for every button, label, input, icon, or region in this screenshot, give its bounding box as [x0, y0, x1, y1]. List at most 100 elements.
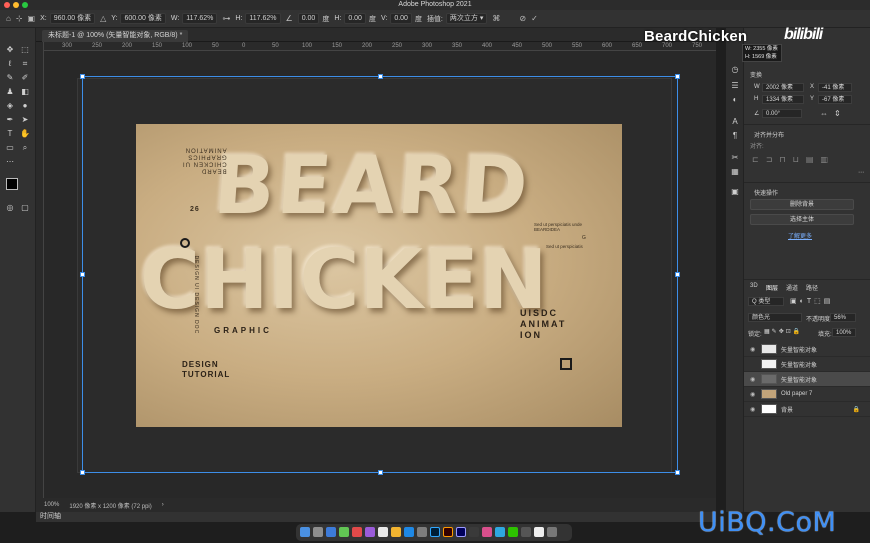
- bucket-tool-icon[interactable]: ◈: [3, 100, 17, 112]
- safari-app-icon[interactable]: [326, 527, 336, 537]
- layer-thumbnail[interactable]: [761, 389, 777, 399]
- transform-handle-br[interactable]: [675, 470, 680, 475]
- move-tool-preset-icon[interactable]: ⊹: [16, 14, 23, 23]
- w-field[interactable]: 117.62%: [182, 13, 218, 24]
- paragraph-panel-icon[interactable]: ¶: [728, 130, 742, 142]
- layer-visibility-icon[interactable]: ◉: [750, 406, 757, 413]
- layer-name[interactable]: 矢量智能对象: [781, 345, 817, 354]
- settings-app-icon[interactable]: [417, 527, 427, 537]
- layer-row[interactable]: ◉ 矢量智能对象: [744, 372, 870, 387]
- swatches-panel-icon[interactable]: ▦: [728, 166, 742, 178]
- transform-handle-bl[interactable]: [80, 470, 85, 475]
- music-app-icon[interactable]: [352, 527, 362, 537]
- path-select-tool-icon[interactable]: ➤: [18, 114, 32, 126]
- y-field[interactable]: 600.00 像素: [120, 13, 166, 24]
- remove-background-button[interactable]: 删除背景: [750, 199, 854, 210]
- reference-point-icon[interactable]: ▣: [28, 14, 36, 23]
- history-panel-icon[interactable]: ◷: [728, 64, 742, 76]
- move-tool-icon[interactable]: ✥: [3, 44, 17, 56]
- flip-vertical-icon[interactable]: ⇕: [834, 109, 841, 118]
- select-subject-button[interactable]: 选择主体: [750, 214, 854, 225]
- prop-w-field[interactable]: 2002 像素: [762, 83, 804, 92]
- downloads-app-icon[interactable]: [534, 527, 544, 537]
- cancel-transform-icon[interactable]: ⊘: [519, 14, 526, 23]
- adjustments-panel-icon[interactable]: ◐: [728, 94, 742, 106]
- wechat-app-icon[interactable]: [508, 527, 518, 537]
- document-info[interactable]: 1920 像素 x 1200 像素 (72 ppi): [69, 501, 151, 510]
- transform-handle-b[interactable]: [378, 470, 383, 475]
- dock-trash-icon[interactable]: [547, 527, 557, 537]
- transform-handle-tl[interactable]: [80, 74, 85, 79]
- layer-row[interactable]: ◉ Old paper 7: [744, 387, 870, 402]
- eraser-tool-icon[interactable]: ◧: [18, 86, 32, 98]
- blend-mode-select[interactable]: 颜色光: [748, 313, 802, 322]
- transform-handle-l[interactable]: [80, 272, 85, 277]
- prop-x-field[interactable]: -41 像素: [818, 83, 852, 92]
- layer-filter-select[interactable]: Q 类型: [748, 297, 784, 306]
- hskew-field[interactable]: 0.00: [344, 13, 366, 24]
- layer-row[interactable]: ◉ 背景 🔒: [744, 402, 870, 417]
- x-field[interactable]: 960.00 像素: [49, 13, 96, 24]
- align-section-title[interactable]: 对齐并分布: [754, 130, 784, 139]
- foreground-color-swatch[interactable]: [6, 178, 18, 190]
- screen-mode-icon[interactable]: ▢: [18, 202, 32, 214]
- warp-icon[interactable]: ⌘: [492, 14, 500, 23]
- notes-app-icon[interactable]: [391, 527, 401, 537]
- quick-actions-title[interactable]: 快速操作: [754, 188, 778, 197]
- illustrator-app-icon[interactable]: [443, 527, 453, 537]
- document-tab[interactable]: 未标题-1 @ 100% (矢量智能对象, RGB/8) *: [42, 30, 189, 42]
- delta-icon[interactable]: △: [100, 14, 106, 23]
- tab-layers[interactable]: 图层: [766, 283, 778, 292]
- quick-mask-icon[interactable]: ◎: [3, 202, 17, 214]
- vskew-field[interactable]: 0.00: [390, 13, 412, 24]
- tools-preset-icon[interactable]: ✂: [728, 152, 742, 164]
- canvas-area[interactable]: BEARD CHICKEN BEARD CHICKEN UI GRAPHICS …: [44, 51, 716, 498]
- messages-app-icon[interactable]: [339, 527, 349, 537]
- terminal-app-icon[interactable]: [469, 527, 479, 537]
- transform-handle-tr[interactable]: [675, 74, 680, 79]
- learn-more-link[interactable]: 了解更多: [788, 231, 812, 240]
- layer-row[interactable]: ◉ 矢量智能对象: [744, 342, 870, 357]
- tab-paths[interactable]: 路径: [806, 283, 818, 292]
- launchpad-app-icon[interactable]: [313, 527, 323, 537]
- h-field[interactable]: 117.62%: [245, 13, 281, 24]
- layer-visibility-icon[interactable]: ◉: [750, 391, 757, 398]
- lock-icons[interactable]: ▦✎✥⊡🔒: [764, 328, 802, 335]
- transform-section-title[interactable]: 变换: [750, 70, 762, 79]
- zoom-level[interactable]: 100%: [44, 502, 59, 508]
- layer-name[interactable]: 矢量智能对象: [781, 375, 817, 384]
- brush-tool-icon[interactable]: ✐: [18, 72, 32, 84]
- link-icon[interactable]: ⊶: [222, 14, 230, 23]
- hand-tool-icon[interactable]: ✋: [18, 128, 32, 140]
- prop-y-field[interactable]: -67 像素: [818, 95, 852, 104]
- podcasts-app-icon[interactable]: [365, 527, 375, 537]
- qq-app-icon[interactable]: [495, 527, 505, 537]
- photoshop-app-icon[interactable]: [430, 527, 440, 537]
- layer-visibility-icon[interactable]: ◉: [750, 346, 757, 353]
- zoom-tool-icon[interactable]: ⌕: [18, 142, 32, 154]
- fill-field[interactable]: 100%: [832, 328, 856, 337]
- layer-filter-icons[interactable]: ▣◐T⬚▤: [790, 297, 833, 305]
- layer-thumbnail[interactable]: [761, 374, 777, 384]
- horizontal-ruler[interactable]: 300 250 200 150 100 50 0 50 100 150 200 250 300 350 40…: [44, 42, 716, 51]
- home-icon[interactable]: ⌂: [6, 14, 11, 23]
- layer-thumbnail[interactable]: [761, 359, 777, 369]
- design-app-icon[interactable]: [482, 527, 492, 537]
- layer-visibility-icon[interactable]: ◉: [750, 376, 757, 383]
- commit-transform-icon[interactable]: ✓: [531, 14, 538, 23]
- stamp-tool-icon[interactable]: ♟: [3, 86, 17, 98]
- timeline-panel-tab[interactable]: 时间轴: [36, 512, 716, 522]
- layer-name[interactable]: Old paper 7: [781, 391, 812, 397]
- marquee-tool-icon[interactable]: ⬚: [18, 44, 32, 56]
- tab-3d[interactable]: 3D: [750, 283, 758, 289]
- trash-app-icon[interactable]: [521, 527, 531, 537]
- appstore-app-icon[interactable]: [404, 527, 414, 537]
- layer-name[interactable]: 矢量智能对象: [781, 360, 817, 369]
- libraries-panel-icon[interactable]: ▣: [728, 186, 742, 198]
- shape-tool-icon[interactable]: ▭: [3, 142, 17, 154]
- more-tools-icon[interactable]: ⋯: [3, 156, 17, 168]
- prop-h-field[interactable]: 1334 像素: [762, 95, 804, 104]
- transform-handle-t[interactable]: [378, 74, 383, 79]
- blur-tool-icon[interactable]: ●: [18, 100, 32, 112]
- layer-thumbnail[interactable]: [761, 344, 777, 354]
